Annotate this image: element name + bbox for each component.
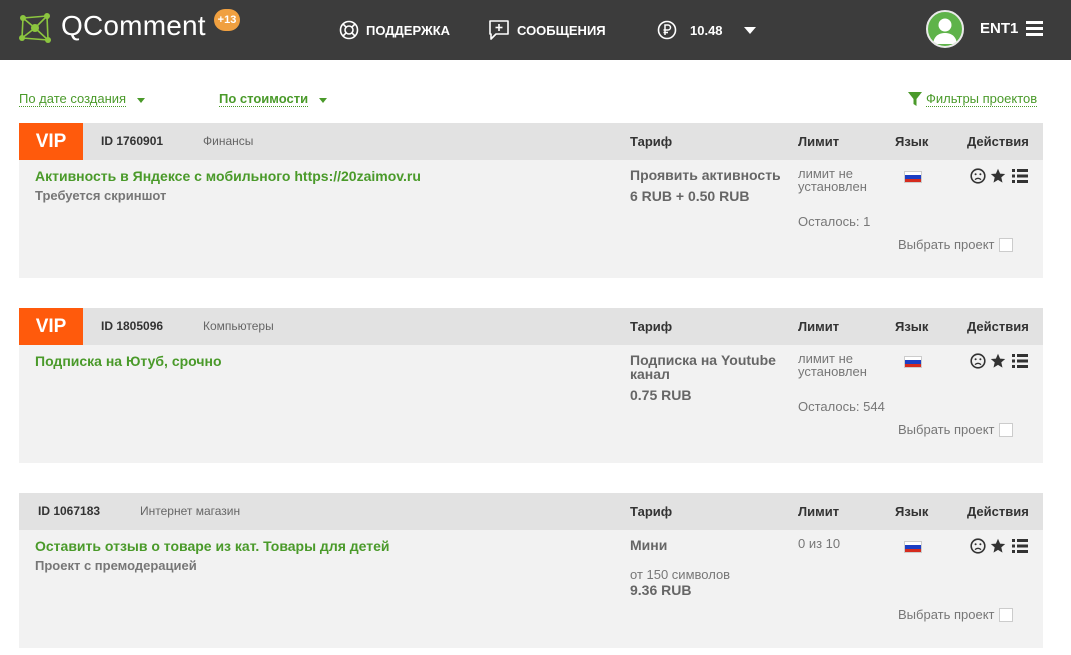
project-card-header: VIP ID 1760901 Финансы Тариф Лимит Язык … bbox=[19, 123, 1043, 160]
select-project-label: Выбрать проект bbox=[898, 237, 995, 252]
tariff-price: 6 RUB + 0.50 RUB bbox=[630, 188, 750, 204]
project-subtitle: Проект с премодерацией bbox=[35, 558, 197, 573]
avatar[interactable] bbox=[926, 10, 964, 48]
select-project-checkbox[interactable]: Выбрать проект bbox=[898, 422, 1013, 437]
tariff-column-header: Тариф bbox=[630, 134, 673, 149]
list-icon[interactable] bbox=[1012, 168, 1028, 184]
project-card: ID 1067183 Интернет магазин Тариф Лимит … bbox=[19, 493, 1043, 648]
sad-face-icon[interactable] bbox=[970, 353, 986, 369]
sort-by-date-link[interactable]: По дате создания bbox=[19, 91, 127, 107]
top-navigation-bar: QComment +13 ПОДДЕРЖКА СООБЩЕНИЯ 10.48 E… bbox=[0, 0, 1071, 60]
project-filters-link[interactable]: Фильтры проектов bbox=[908, 91, 1038, 107]
tariff-name: Подписка на Youtube канал bbox=[630, 352, 776, 382]
select-project-label: Выбрать проект bbox=[898, 607, 995, 622]
star-icon[interactable] bbox=[990, 353, 1006, 369]
remaining-count: Осталось: 1 bbox=[798, 214, 871, 229]
limit-column-header: Лимит bbox=[798, 134, 840, 149]
lifebuoy-icon bbox=[339, 20, 359, 40]
messages-label: СООБЩЕНИЯ bbox=[517, 22, 606, 38]
actions-column-header: Действия bbox=[967, 319, 1029, 334]
checkbox[interactable] bbox=[998, 422, 1013, 437]
balance-dropdown[interactable]: 10.48 bbox=[657, 17, 756, 43]
limit-column-header: Лимит bbox=[798, 504, 840, 519]
chevron-down-icon bbox=[743, 26, 756, 34]
project-category: Финансы bbox=[203, 134, 254, 148]
limit-value: лимит не установлен bbox=[798, 166, 867, 194]
project-card-header: ID 1067183 Интернет магазин Тариф Лимит … bbox=[19, 493, 1043, 530]
tariff-name: Мини bbox=[630, 537, 668, 553]
project-id: ID 1805096 bbox=[101, 319, 164, 333]
sort-by-cost-link[interactable]: По стоимости bbox=[219, 91, 309, 107]
list-icon[interactable] bbox=[1012, 538, 1028, 554]
project-card: VIP ID 1805096 Компьютеры Тариф Лимит Яз… bbox=[19, 308, 1043, 463]
ruble-icon bbox=[657, 20, 677, 40]
message-plus-icon bbox=[489, 20, 509, 40]
project-category: Компьютеры bbox=[203, 319, 274, 333]
sad-face-icon[interactable] bbox=[970, 168, 986, 184]
user-icon bbox=[933, 18, 957, 44]
vip-badge: VIP bbox=[19, 123, 83, 160]
select-project-label: Выбрать проект bbox=[898, 422, 995, 437]
vip-badge: VIP bbox=[19, 308, 83, 345]
sad-face-icon[interactable] bbox=[970, 538, 986, 554]
project-card-header: VIP ID 1805096 Компьютеры Тариф Лимит Яз… bbox=[19, 308, 1043, 345]
messages-link[interactable]: СООБЩЕНИЯ bbox=[488, 17, 606, 43]
project-subtitle: Требуется скриншот bbox=[35, 188, 167, 203]
project-category: Интернет магазин bbox=[140, 504, 241, 518]
chevron-down-icon bbox=[137, 98, 145, 103]
checkbox[interactable] bbox=[998, 237, 1013, 252]
hamburger-menu-icon[interactable] bbox=[1026, 21, 1043, 36]
chevron-down-icon bbox=[319, 98, 327, 103]
notification-badge[interactable]: +13 bbox=[214, 9, 240, 31]
russia-flag-icon bbox=[904, 171, 922, 183]
tariff-column-header: Тариф bbox=[630, 319, 673, 334]
project-title-link[interactable]: Подписка на Ютуб, срочно bbox=[35, 353, 222, 369]
logo-icon[interactable] bbox=[17, 10, 53, 46]
list-icon[interactable] bbox=[1012, 353, 1028, 369]
actions-column-header: Действия bbox=[967, 504, 1029, 519]
limit-value: лимит не установлен bbox=[798, 351, 867, 379]
limit-column-header: Лимит bbox=[798, 319, 840, 334]
limit-value: 0 из 10 bbox=[798, 536, 841, 551]
tariff-price: 9.36 RUB bbox=[630, 582, 692, 598]
language-column-header: Язык bbox=[895, 134, 929, 149]
project-filters-label: Фильтры проектов bbox=[926, 91, 1038, 107]
remaining-count: Осталось: 544 bbox=[798, 399, 885, 414]
star-icon[interactable] bbox=[990, 538, 1006, 554]
language-column-header: Язык bbox=[895, 504, 929, 519]
support-label: ПОДДЕРЖКА bbox=[366, 22, 451, 38]
russia-flag-icon bbox=[904, 541, 922, 553]
username[interactable]: ENT1 bbox=[980, 20, 1018, 37]
tariff-column-header: Тариф bbox=[630, 504, 673, 519]
language-column-header: Язык bbox=[895, 319, 929, 334]
actions-column-header: Действия bbox=[967, 134, 1029, 149]
star-icon[interactable] bbox=[990, 168, 1006, 184]
project-id: ID 1067183 bbox=[38, 504, 101, 518]
project-id: ID 1760901 bbox=[101, 134, 164, 148]
project-card: VIP ID 1760901 Финансы Тариф Лимит Язык … bbox=[19, 123, 1043, 278]
select-project-checkbox[interactable]: Выбрать проект bbox=[898, 237, 1013, 252]
brand-name[interactable]: QComment bbox=[61, 10, 206, 42]
project-title-link[interactable]: Оставить отзыв о товаре из кат. Товары д… bbox=[35, 538, 390, 554]
tariff-name: Проявить активность bbox=[630, 167, 781, 183]
funnel-icon bbox=[908, 92, 922, 106]
support-link[interactable]: ПОДДЕРЖКА bbox=[339, 17, 450, 43]
russia-flag-icon bbox=[904, 356, 922, 368]
tariff-price: 0.75 RUB bbox=[630, 387, 692, 403]
tariff-note: от 150 символов bbox=[630, 567, 731, 582]
balance-value: 10.48 bbox=[690, 22, 723, 38]
checkbox[interactable] bbox=[998, 607, 1013, 622]
project-title-link[interactable]: Активность в Яндексе с мобильного https:… bbox=[35, 168, 421, 184]
select-project-checkbox[interactable]: Выбрать проект bbox=[898, 607, 1013, 622]
